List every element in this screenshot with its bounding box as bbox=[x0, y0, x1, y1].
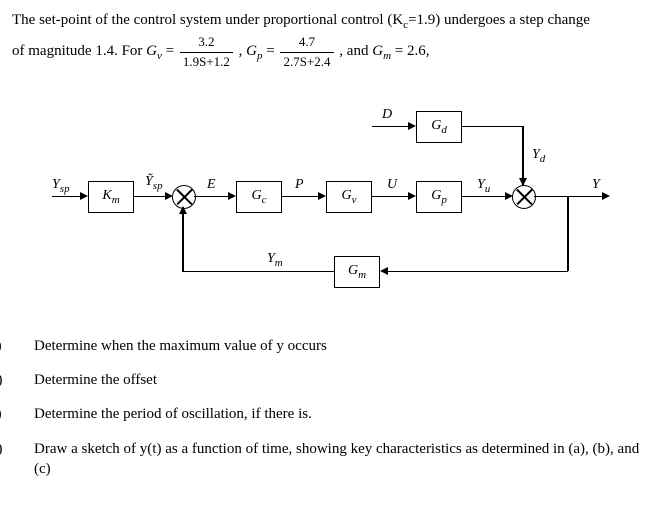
question-b: b)Determine the offset bbox=[34, 370, 644, 390]
block-diagram: Ysp Km Ỹsp E Gc P Gv U Gp Yu Y bbox=[52, 101, 632, 311]
ytsp-label: Ỹsp bbox=[145, 174, 163, 192]
ym-label: Ym bbox=[267, 251, 283, 269]
question-c: c)Determine the period of oscillation, i… bbox=[34, 404, 644, 424]
yd-label: Yd bbox=[532, 147, 545, 165]
e-label: E bbox=[207, 177, 216, 193]
gc-block: Gc bbox=[236, 181, 282, 213]
gd-block: Gd bbox=[416, 111, 462, 143]
question-d: d)Draw a sketch of y(t) as a function of… bbox=[34, 439, 644, 480]
question-list: a)Determine when the maximum value of y … bbox=[12, 336, 644, 479]
intro: The set-point of the control system unde… bbox=[12, 12, 403, 28]
problem-statement: The set-point of the control system unde… bbox=[12, 10, 644, 71]
u-label: U bbox=[387, 177, 397, 193]
question-a: a)Determine when the maximum value of y … bbox=[34, 336, 644, 356]
gp-fraction: 4.7 2.7S+2.4 bbox=[280, 33, 333, 70]
ysp-label: Ysp bbox=[52, 177, 70, 195]
gv-fraction: 3.2 1.9S+1.2 bbox=[180, 33, 233, 70]
summing-junction-2 bbox=[512, 185, 536, 209]
km-block: Km bbox=[88, 181, 134, 213]
y-label: Y bbox=[592, 177, 600, 193]
p-label: P bbox=[295, 177, 304, 193]
yu-label: Yu bbox=[477, 177, 490, 195]
gp-block: Gp bbox=[416, 181, 462, 213]
d-label: D bbox=[382, 107, 392, 123]
gv-block: Gv bbox=[326, 181, 372, 213]
gm-block: Gm bbox=[334, 256, 380, 288]
